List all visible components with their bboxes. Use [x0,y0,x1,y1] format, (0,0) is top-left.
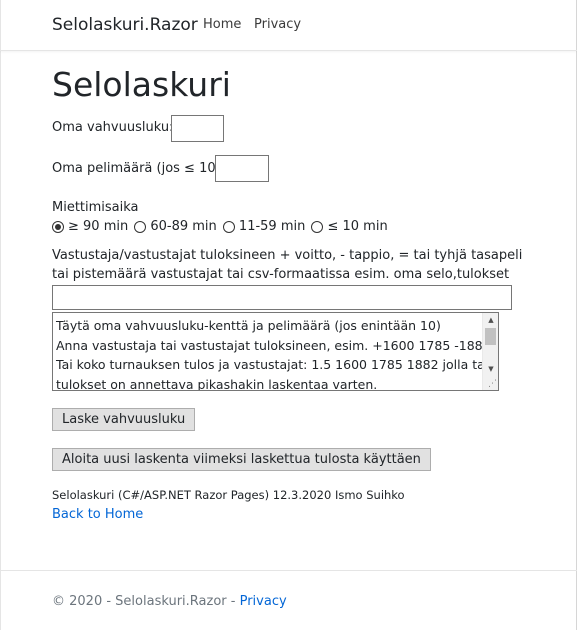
footer-privacy-link[interactable]: Privacy [240,594,287,609]
version-text: Selolaskuri (C#/ASP.NET Razor Pages) 12.… [52,488,405,502]
radio-icon[interactable] [134,220,147,233]
scroll-up-icon[interactable]: ▲ [483,313,498,327]
radio-selected-icon[interactable] [52,220,64,233]
page-edge [0,0,1,630]
nav-home-link[interactable]: Home [203,17,241,32]
own-rating-label: Oma vahvuusluku: [52,120,174,135]
scroll-thumb[interactable] [485,328,496,345]
restart-calculation-button[interactable]: Aloita uusi laskenta viimeksi laskettua … [52,448,431,471]
footer: © 2020 - Selolaskuri.Razor - Privacy [52,594,287,609]
own-games-label: Oma pelimäärä (jos ≤ 10): [52,161,226,176]
own-rating-input[interactable] [171,115,224,142]
calculate-button[interactable]: Laske vahvuusluku [52,408,196,431]
navbar: Selolaskuri.Razor Home Privacy [0,0,577,51]
time-option-11-59[interactable]: 11-59 min [222,219,305,234]
time-option-10[interactable]: ≤ 10 min [311,219,388,234]
time-control-label: Miettimisaika [52,200,139,215]
page-title: Selolaskuri [52,65,231,104]
time-option-60-89[interactable]: 60-89 min [134,219,217,234]
footer-divider [0,570,577,571]
own-games-input[interactable] [215,155,269,182]
instructions-text: Täytä oma vahvuusluku-kenttä ja pelimäär… [56,318,499,391]
resize-grip-icon[interactable]: ⋰ [488,379,497,389]
time-option-90[interactable]: ≥ 90 min [52,219,128,234]
nav-privacy-link[interactable]: Privacy [254,17,301,32]
footer-copyright: © 2020 - Selolaskuri.Razor - [52,594,240,609]
instructions-textarea[interactable]: Täytä oma vahvuusluku-kenttä ja pelimäär… [52,312,499,391]
time-control-group: ≥ 90 min 60-89 min 11-59 min ≤ 10 min [52,219,390,237]
opponents-help-line-2: tai pistemäärä vastustajat tai csv-forma… [52,267,510,282]
radio-icon[interactable] [222,220,235,233]
back-to-home-link[interactable]: Back to Home [52,507,143,522]
opponents-input[interactable] [52,285,512,310]
brand-link[interactable]: Selolaskuri.Razor [52,15,198,35]
scroll-down-icon[interactable]: ▼ [483,362,498,376]
radio-icon[interactable] [311,220,324,233]
opponents-help-line-1: Vastustaja/vastustajat tuloksineen + voi… [52,248,523,263]
